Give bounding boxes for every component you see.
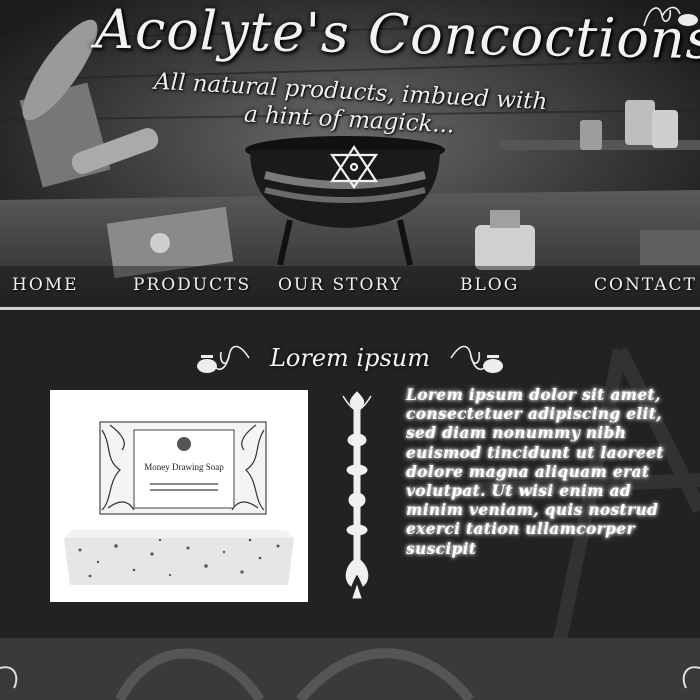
nav-our-story[interactable]: Our Story — [278, 275, 403, 295]
section-title: Lorem ipsum — [269, 344, 431, 372]
nav-products[interactable]: Products — [133, 275, 251, 295]
featured-section: Lorem ipsum Money Drawing Soap Lorem ips… — [0, 310, 700, 638]
nav-home[interactable]: Home — [12, 275, 79, 295]
nav-contact[interactable]: Contact — [594, 275, 697, 295]
footer-ornament-icon — [0, 648, 700, 700]
main-navigation: Home Products Our Story Blog Contact — [0, 266, 700, 306]
section-heading: Lorem ipsum — [0, 338, 700, 378]
cauldron-flourish-right-icon — [450, 345, 504, 373]
product-description: Lorem ipsum dolor sit amet, consectetuer… — [406, 385, 664, 558]
unicursal-hexagram-icon — [329, 144, 379, 189]
cauldron-flourish-left-icon — [196, 345, 250, 373]
ornamental-divider — [342, 391, 372, 599]
soap-product-image: Money Drawing Soap — [64, 421, 294, 585]
nav-blog[interactable]: Blog — [460, 275, 519, 295]
footer-strip — [0, 638, 700, 700]
site-title[interactable]: Acolyte's Concoctions — [94, 0, 700, 71]
hero-banner: Acolyte's Concoctions All natural produc… — [0, 0, 700, 310]
product-image-card[interactable]: Money Drawing Soap — [50, 390, 308, 602]
soap-label-name: Money Drawing Soap — [144, 462, 224, 472]
